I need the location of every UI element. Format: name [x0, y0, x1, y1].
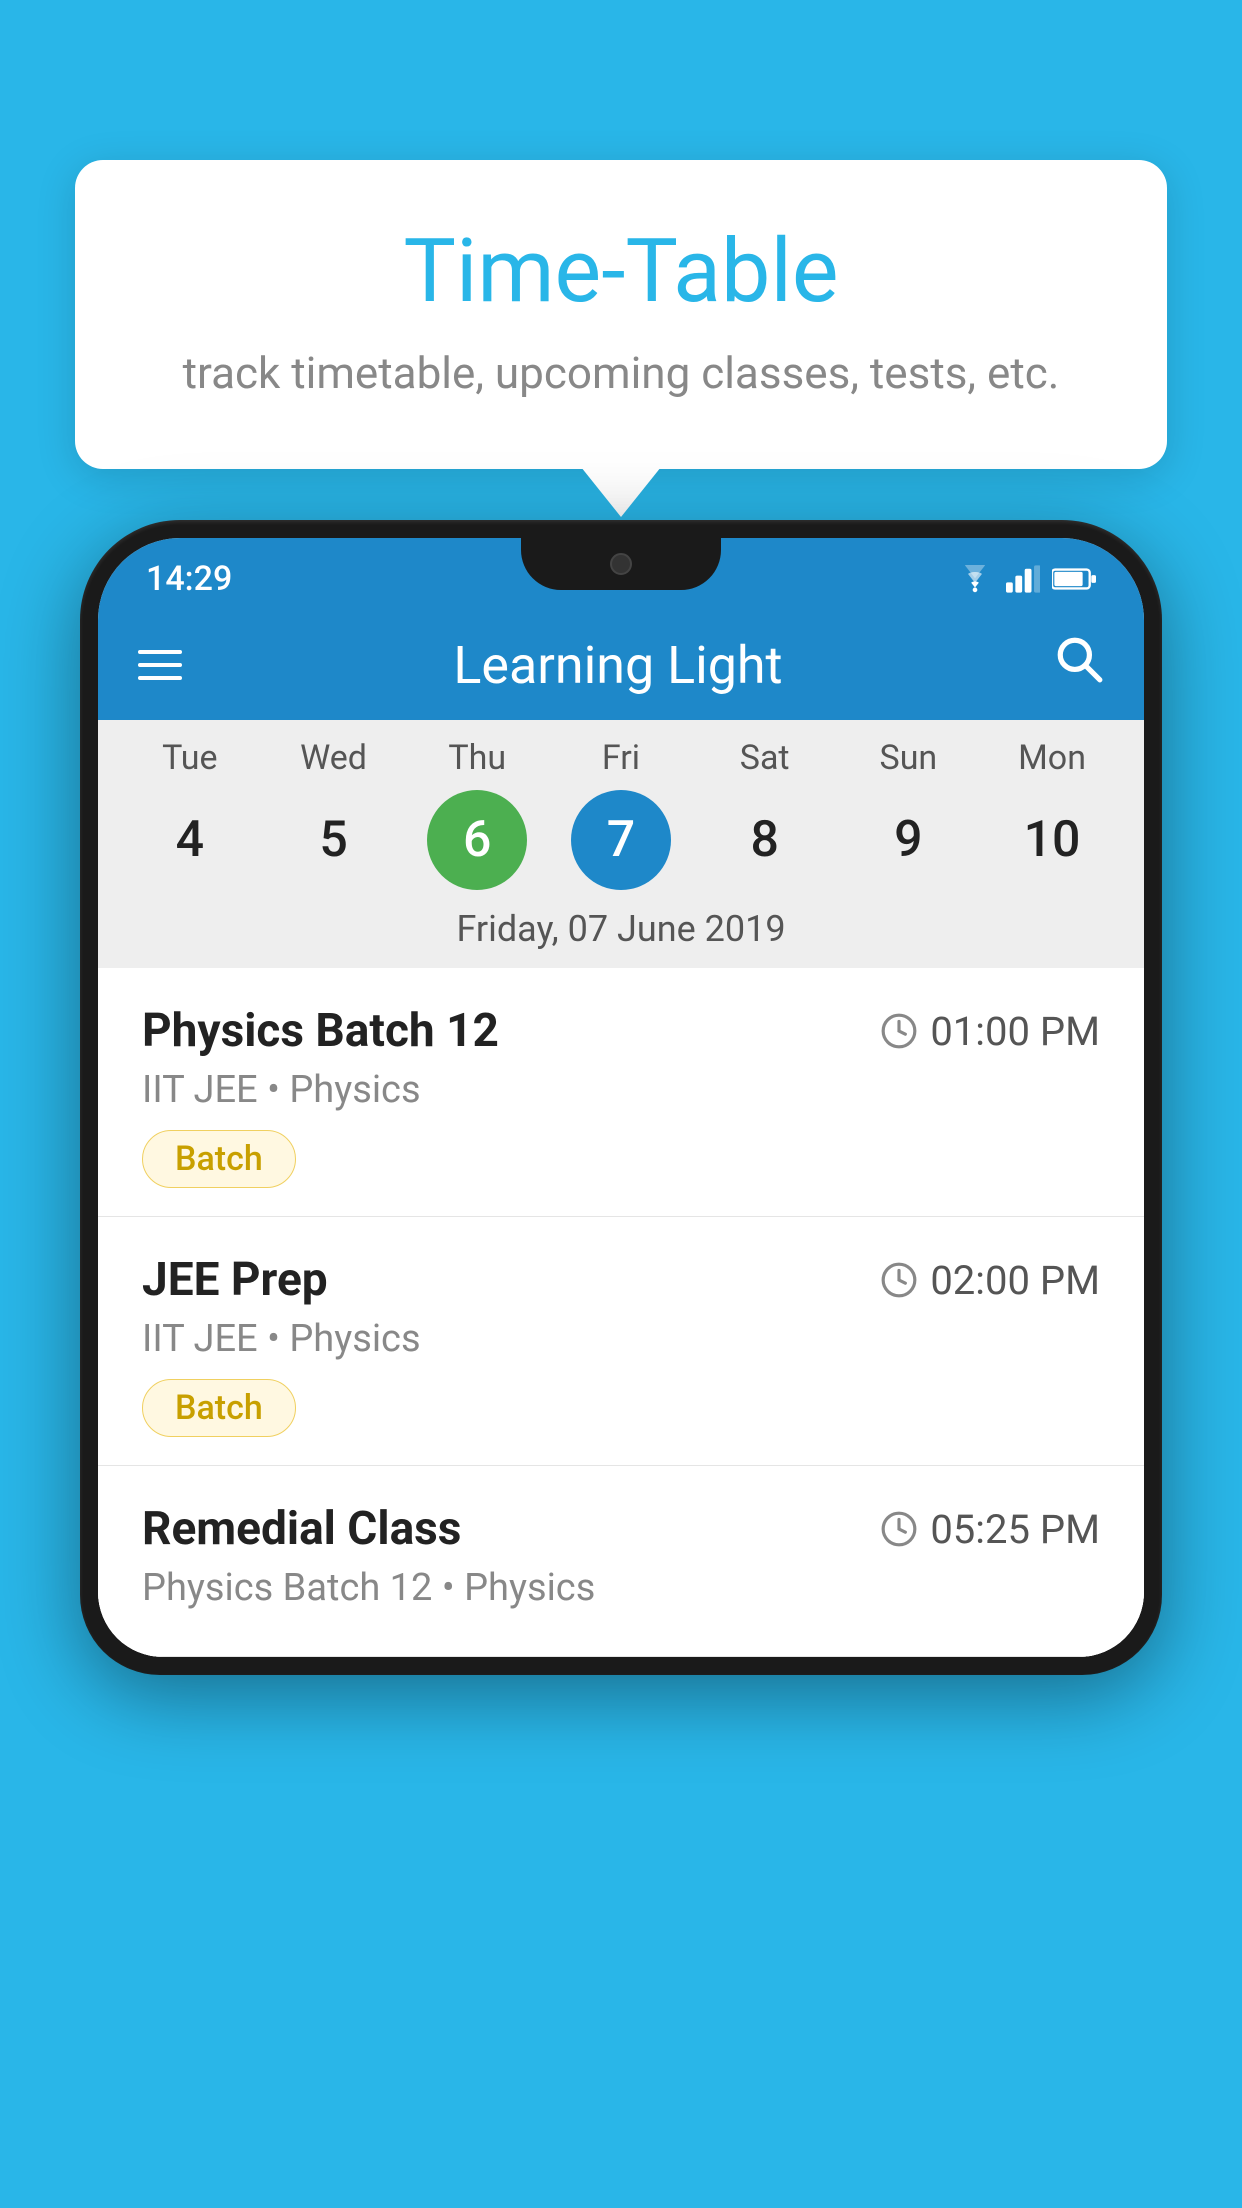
phone-screen: 14:29 — [98, 538, 1144, 1657]
tooltip-card: Time-Table track timetable, upcoming cla… — [75, 160, 1167, 469]
phone-outer: 14:29 — [80, 520, 1162, 1675]
batch-badge-2: Batch — [142, 1379, 296, 1437]
clock-icon-1 — [880, 1012, 918, 1050]
phone-notch — [521, 538, 721, 590]
day-header-wed: Wed — [274, 738, 394, 778]
camera-dot — [610, 553, 632, 575]
day-header-fri: Fri — [561, 738, 681, 778]
selected-date-label: Friday, 07 June 2019 — [118, 898, 1124, 968]
schedule-item-3-sub: Physics Batch 12 • Physics — [142, 1566, 1100, 1610]
search-icon[interactable] — [1054, 634, 1104, 697]
status-time: 14:29 — [146, 559, 232, 599]
schedule-item-1-sub: IIT JEE • Physics — [142, 1068, 1100, 1112]
schedule-item-2-sub: IIT JEE • Physics — [142, 1317, 1100, 1361]
clock-icon-2 — [880, 1261, 918, 1299]
schedule-item-2[interactable]: JEE Prep 02:00 PM IIT JEE • Physics Batc… — [98, 1217, 1144, 1466]
day-header-sun: Sun — [848, 738, 968, 778]
schedule-item-3-time: 05:25 PM — [880, 1506, 1100, 1553]
day-num-8[interactable]: 8 — [715, 790, 815, 890]
hamburger-menu-icon[interactable] — [138, 650, 182, 680]
signal-icon — [1006, 565, 1040, 593]
day-num-7[interactable]: 7 — [571, 790, 671, 890]
day-num-5[interactable]: 5 — [284, 790, 384, 890]
toolbar-title: Learning Light — [453, 635, 782, 696]
day-headers: Tue Wed Thu Fri Sat Sun Mon — [118, 720, 1124, 778]
day-num-6[interactable]: 6 — [427, 790, 527, 890]
day-header-sat: Sat — [705, 738, 825, 778]
app-toolbar: Learning Light — [98, 610, 1144, 720]
schedule-item-1-time: 01:00 PM — [880, 1008, 1100, 1055]
day-num-10[interactable]: 10 — [1002, 790, 1102, 890]
tooltip-title: Time-Table — [135, 220, 1107, 323]
schedule-item-3-title: Remedial Class — [142, 1502, 461, 1556]
wifi-icon — [956, 565, 994, 593]
phone-wrapper: 14:29 — [80, 520, 1162, 2208]
clock-icon-3 — [880, 1510, 918, 1548]
day-header-mon: Mon — [992, 738, 1112, 778]
calendar-week: Tue Wed Thu Fri Sat Sun Mon 4 5 6 7 8 9 … — [98, 720, 1144, 968]
schedule-list: Physics Batch 12 01:00 PM IIT JEE • Phys… — [98, 968, 1144, 1657]
day-numbers: 4 5 6 7 8 9 10 — [118, 778, 1124, 898]
day-header-thu: Thu — [417, 738, 537, 778]
battery-icon — [1052, 566, 1096, 592]
schedule-item-2-time: 02:00 PM — [880, 1257, 1100, 1304]
batch-badge-1: Batch — [142, 1130, 296, 1188]
schedule-item-2-header: JEE Prep 02:00 PM — [142, 1253, 1100, 1307]
day-header-tue: Tue — [130, 738, 250, 778]
day-num-9[interactable]: 9 — [858, 790, 958, 890]
schedule-item-3[interactable]: Remedial Class 05:25 PM Physics Batch 12… — [98, 1466, 1144, 1657]
schedule-item-3-header: Remedial Class 05:25 PM — [142, 1502, 1100, 1556]
day-num-4[interactable]: 4 — [140, 790, 240, 890]
schedule-item-1-header: Physics Batch 12 01:00 PM — [142, 1004, 1100, 1058]
schedule-item-2-title: JEE Prep — [142, 1253, 328, 1307]
status-icons — [956, 565, 1096, 593]
tooltip-subtitle: track timetable, upcoming classes, tests… — [135, 347, 1107, 399]
schedule-item-1[interactable]: Physics Batch 12 01:00 PM IIT JEE • Phys… — [98, 968, 1144, 1217]
schedule-item-1-title: Physics Batch 12 — [142, 1004, 499, 1058]
